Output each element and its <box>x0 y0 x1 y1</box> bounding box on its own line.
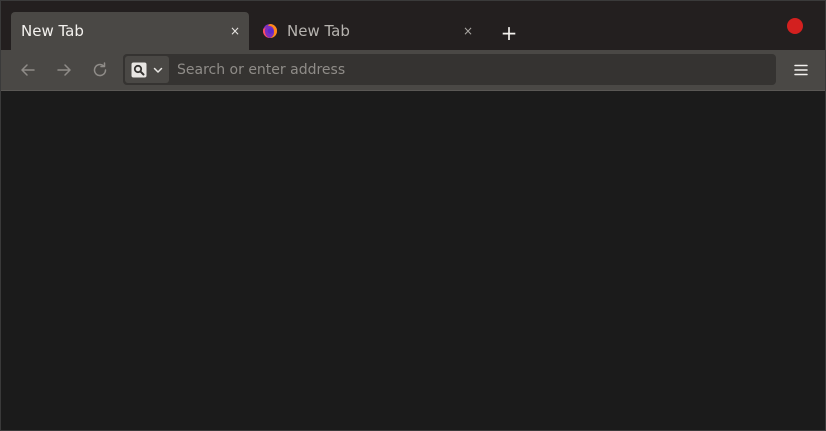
forward-button[interactable] <box>52 58 76 82</box>
tab-label: New Tab <box>287 22 350 40</box>
new-tab-button[interactable]: + <box>497 21 521 45</box>
tab-new-tab-active[interactable]: New Tab × <box>11 12 249 50</box>
hamburger-menu-icon <box>794 64 808 76</box>
browser-window: New Tab × New Tab × + <box>0 0 826 431</box>
back-button[interactable] <box>16 58 40 82</box>
tab-label: New Tab <box>21 22 84 40</box>
url-input[interactable] <box>177 59 757 80</box>
page-content[interactable] <box>1 91 825 430</box>
reload-button[interactable] <box>88 58 112 82</box>
firefox-icon <box>262 23 278 39</box>
address-bar[interactable] <box>123 54 776 85</box>
forward-arrow-icon <box>57 64 71 76</box>
tab-close-button[interactable]: × <box>458 21 478 41</box>
tab-new-tab[interactable]: New Tab × <box>252 12 490 50</box>
reload-icon <box>93 62 107 77</box>
tab-close-button[interactable]: × <box>225 21 245 41</box>
tab-strip: New Tab × New Tab × + <box>1 1 825 50</box>
search-icon <box>131 62 147 77</box>
back-arrow-icon <box>21 64 35 76</box>
menu-button[interactable] <box>789 58 813 82</box>
search-engine-button[interactable] <box>125 56 169 83</box>
record-indicator-icon <box>787 18 803 34</box>
navigation-toolbar <box>1 50 825 91</box>
chevron-down-icon <box>153 67 163 73</box>
